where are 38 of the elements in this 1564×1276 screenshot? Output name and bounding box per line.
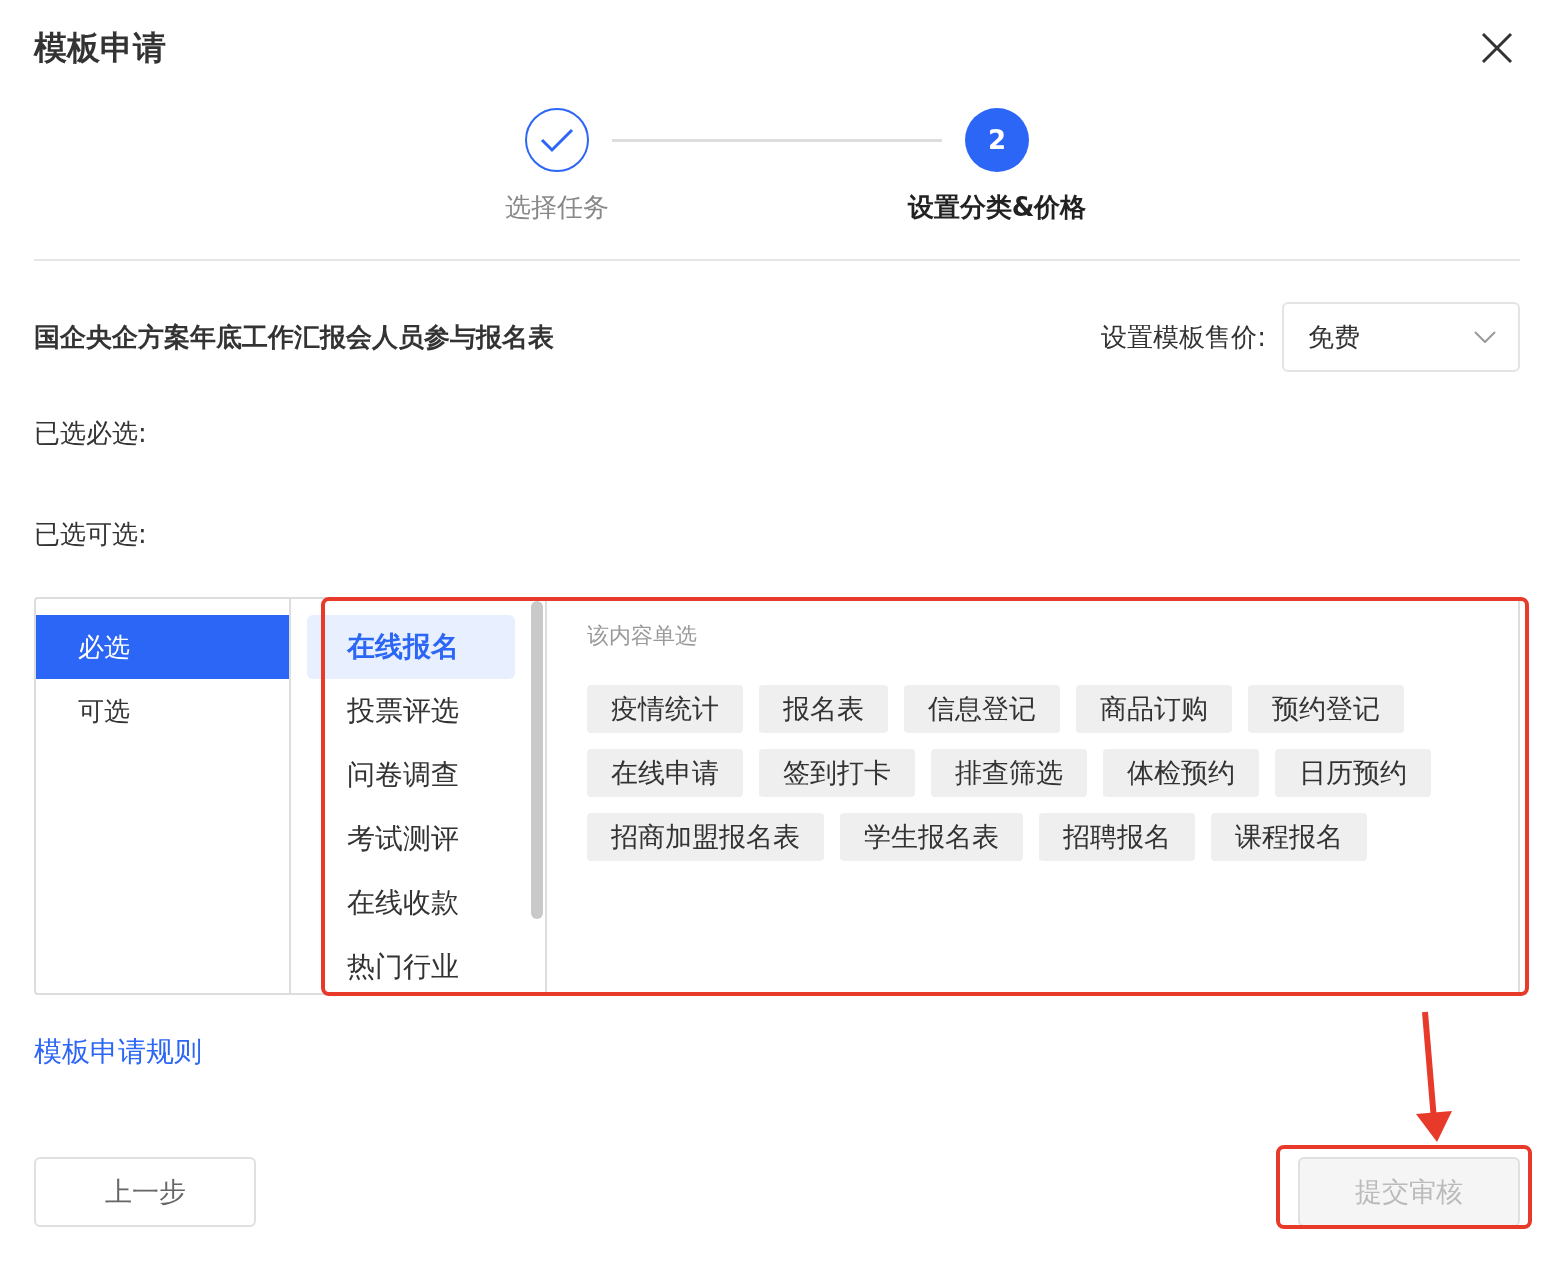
template-tag[interactable]: 体检预约 [1103,749,1259,797]
selected-required-label: 已选必选: [34,417,148,450]
subcategory-item[interactable]: 问卷调查 [307,743,515,807]
subcategory-item[interactable]: 投票评选 [307,679,515,743]
subcategory-item[interactable]: 热门行业 [307,935,515,993]
step-number: 2 [965,108,1029,172]
template-tag[interactable]: 预约登记 [1248,685,1404,733]
category-item[interactable]: 可选 [36,679,289,743]
step-label: 设置分类&价格 [907,191,1087,224]
template-tag[interactable]: 信息登记 [904,685,1060,733]
template-tag[interactable]: 签到打卡 [759,749,915,797]
check-icon [525,108,589,172]
template-tag[interactable]: 在线申请 [587,749,743,797]
template-tag[interactable]: 报名表 [759,685,888,733]
template-name: 国企央企方案年底工作汇报会人员参与报名表 [34,320,554,354]
template-tag[interactable]: 学生报名表 [840,813,1023,861]
scrollbar-thumb[interactable] [531,601,543,919]
back-button[interactable]: 上一步 [34,1157,256,1227]
template-tag[interactable]: 疫情统计 [587,685,743,733]
template-tag[interactable]: 商品订购 [1076,685,1232,733]
chevron-down-icon [1474,331,1496,343]
subcategory-item[interactable]: 在线报名 [307,615,515,679]
template-tag[interactable]: 日历预约 [1275,749,1431,797]
price-select[interactable]: 免费 [1282,302,1520,372]
price-label: 设置模板售价: [1101,320,1266,354]
template-tag[interactable]: 招商加盟报名表 [587,813,824,861]
subcategory-item[interactable]: 在线收款 [307,871,515,935]
subcategory-item[interactable]: 考试测评 [307,807,515,871]
step-label: 选择任务 [505,191,609,224]
selected-optional-label: 已选可选: [34,518,148,551]
tags-hint: 该内容单选 [587,622,698,650]
close-icon[interactable] [1480,31,1514,65]
dialog-title: 模板申请 [34,26,166,69]
rules-link[interactable]: 模板申请规则 [34,1033,202,1071]
category-item[interactable]: 必选 [36,615,289,679]
template-tag[interactable]: 招聘报名 [1039,813,1195,861]
template-tag[interactable]: 课程报名 [1211,813,1367,861]
template-tag[interactable]: 排查筛选 [931,749,1087,797]
